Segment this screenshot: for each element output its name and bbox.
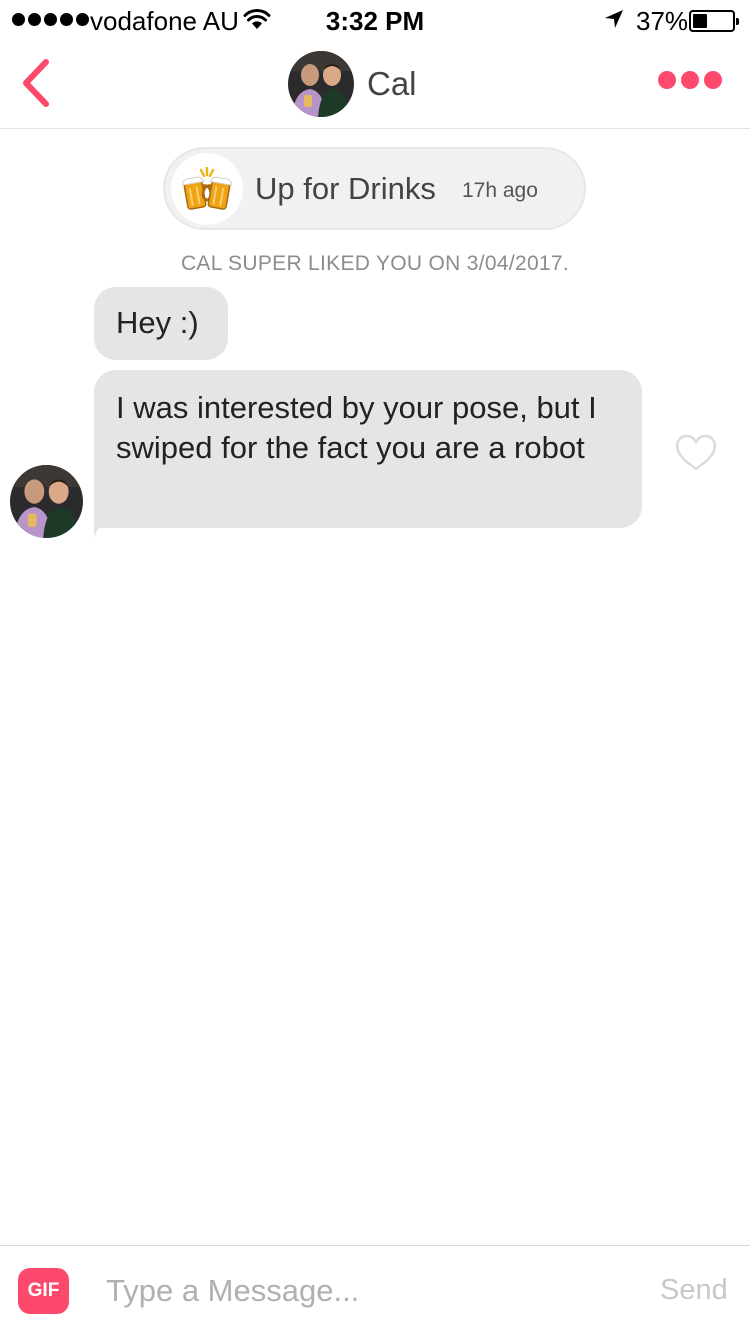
profile-photo (288, 51, 354, 117)
battery-icon (689, 10, 739, 32)
profile-photo (10, 465, 83, 538)
heart-icon[interactable] (675, 434, 717, 472)
message-input[interactable] (106, 1268, 626, 1314)
battery-percent: 37% (636, 6, 689, 36)
dot-icon (658, 71, 676, 89)
status-time: 17h ago (462, 179, 538, 202)
beer-mugs-icon (171, 153, 243, 225)
status-card: Up for Drinks 17h ago (163, 147, 586, 230)
message-bubble[interactable]: I was interested by your pose, but I swi… (94, 370, 642, 528)
status-text: Up for Drinks (255, 171, 436, 206)
location-arrow-icon (605, 10, 623, 28)
super-like-notice: CAL SUPER LIKED YOU ON 3/04/2017. (180, 252, 570, 275)
dot-icon (704, 71, 722, 89)
chat-header: Cal (0, 40, 750, 129)
match-name[interactable]: Cal (367, 65, 417, 103)
dot-icon (681, 71, 699, 89)
sender-avatar[interactable] (10, 465, 83, 538)
bubble-tail (94, 520, 110, 538)
message-composer: GIF Send (0, 1245, 750, 1334)
match-avatar[interactable] (288, 51, 354, 117)
status-bar: vodafone AU 3:32 PM 37% (0, 0, 750, 40)
back-button[interactable] (14, 56, 58, 110)
message-bubble[interactable]: Hey :) (94, 287, 228, 360)
more-options-button[interactable] (658, 71, 722, 89)
gif-button[interactable]: GIF (18, 1268, 69, 1314)
send-button[interactable]: Send (660, 1274, 728, 1307)
